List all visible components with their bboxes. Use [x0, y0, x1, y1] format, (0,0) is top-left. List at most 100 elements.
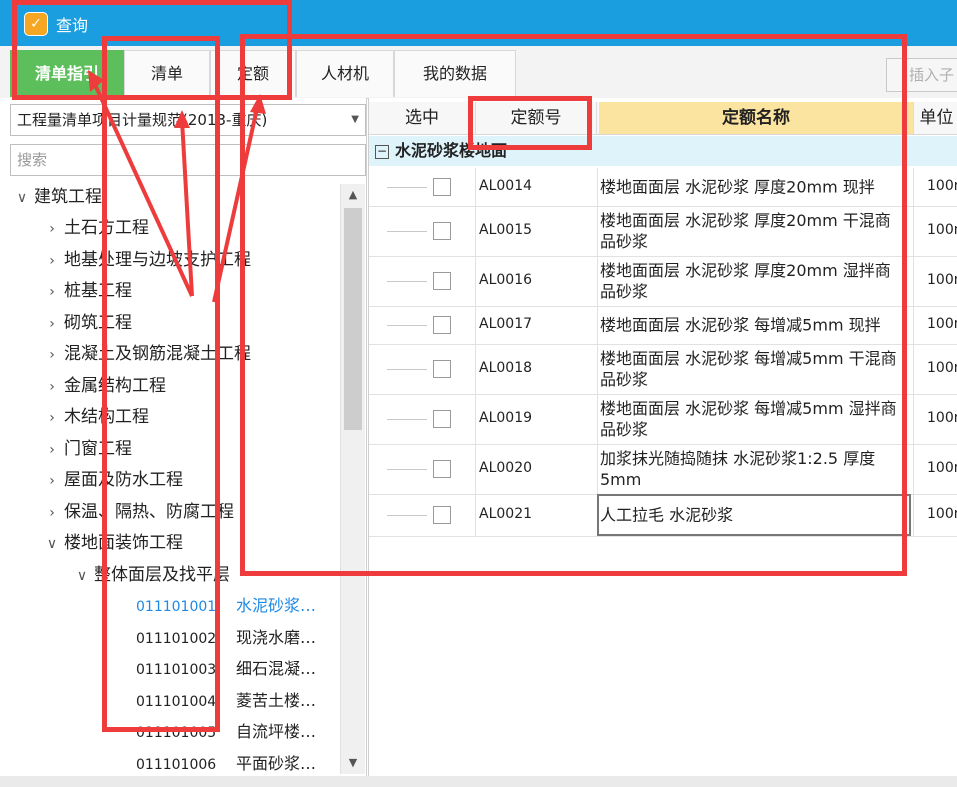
row-code: AL0014 — [479, 178, 533, 194]
scroll-up-icon[interactable]: ▲ — [341, 184, 365, 206]
tree-scrollbar[interactable]: ▲ ▼ — [340, 184, 365, 774]
row-name: 楼地面面层 水泥砂浆 厚度20mm 干混商品砂浆 — [600, 211, 891, 251]
tab-list-guide[interactable]: 清单指引 — [10, 50, 124, 97]
tab-bar: 清单指引 清单 定额 人材机 我的数据 插入子 — [0, 46, 957, 99]
spec-dropdown[interactable]: 工程量清单项目计量规范(2013-重庆) ▼ — [10, 104, 366, 136]
scroll-down-icon[interactable]: ▼ — [341, 752, 365, 774]
row-checkbox[interactable] — [433, 410, 451, 428]
window-title: 查询 — [56, 16, 89, 35]
row-code: AL0015 — [479, 222, 533, 238]
table-row[interactable]: AL0014 楼地面面层 水泥砂浆 厚度20mm 现拌 100m — [369, 168, 957, 207]
chevron-right-icon[interactable]: › — [40, 340, 64, 370]
tree-node[interactable]: › 混凝土及钢筋混凝土工程 — [40, 339, 251, 369]
row-unit: 100m — [927, 272, 957, 288]
chevron-down-icon[interactable]: ∨ — [70, 561, 94, 591]
row-code: AL0018 — [479, 360, 533, 376]
tab-quota[interactable]: 定额 — [210, 50, 296, 97]
row-unit: 100m — [927, 410, 957, 426]
tree-leaf-item[interactable]: 011101005 自流坪楼… — [136, 717, 316, 747]
tree-leaf-item[interactable]: 011101002 现浇水磨… — [136, 623, 316, 653]
col-code-header[interactable]: 定额号 — [476, 102, 597, 134]
tree-node[interactable]: › 地基处理与边坡支护工程 — [40, 245, 251, 275]
table-row[interactable]: AL0015 楼地面面层 水泥砂浆 厚度20mm 干混商品砂浆 100m — [369, 206, 957, 257]
table-row[interactable]: AL0020 加浆抹光随捣随抹 水泥砂浆1:2.5 厚度5mm 100m — [369, 444, 957, 495]
title-bar: ✓ 查询 — [0, 0, 957, 46]
chevron-right-icon[interactable]: › — [40, 435, 64, 465]
tree-leaf-item[interactable]: 011101004 菱苦土楼… — [136, 686, 316, 716]
spec-dropdown-value: 工程量清单项目计量规范(2013-重庆) — [17, 111, 268, 129]
col-name-header[interactable]: 定额名称 — [599, 102, 914, 134]
chevron-right-icon[interactable]: › — [40, 277, 64, 307]
category-tree: ∨ 建筑工程 › 土石方工程 › 地基处理与边坡支护工程 › 桩基工程 › 砌筑工程 › 混… — [10, 182, 338, 772]
search-box[interactable] — [10, 144, 366, 176]
tree-leaf-item[interactable]: 011101003 细石混凝… — [136, 654, 316, 684]
col-unit-header[interactable]: 单位 — [915, 102, 957, 134]
row-code: AL0017 — [479, 316, 533, 332]
tree-node[interactable]: › 门窗工程 — [40, 434, 132, 464]
tree-node-building[interactable]: ∨ 建筑工程 — [10, 182, 102, 212]
row-unit: 100m — [927, 460, 957, 476]
row-unit: 100m — [927, 222, 957, 238]
row-checkbox[interactable] — [433, 460, 451, 478]
tab-my-data[interactable]: 我的数据 — [394, 50, 516, 97]
col-select-header[interactable]: 选中 — [369, 102, 476, 134]
row-unit: 100m — [927, 506, 957, 522]
left-panel: 工程量清单项目计量规范(2013-重庆) ▼ ∨建筑工程 ›土石方工程 ›地基处… — [0, 98, 367, 787]
row-checkbox[interactable] — [433, 316, 451, 334]
chevron-right-icon[interactable]: › — [40, 214, 64, 244]
tree-leaf-item[interactable]: 011101006 平面砂浆… — [136, 749, 316, 772]
tree-node-integral-surface[interactable]: ∨ 整体面层及找平层 — [70, 560, 230, 590]
status-strip — [0, 776, 957, 787]
chevron-right-icon[interactable]: › — [40, 466, 64, 496]
table-row-selected[interactable]: AL0021 人工拉毛 水泥砂浆 100m — [369, 494, 957, 537]
table-row[interactable]: AL0016 楼地面面层 水泥砂浆 厚度20mm 湿拌商品砂浆 100m — [369, 256, 957, 307]
row-name: 楼地面面层 水泥砂浆 每增减5mm 干混商品砂浆 — [600, 349, 897, 389]
chevron-down-icon[interactable]: ∨ — [40, 529, 64, 559]
chevron-right-icon[interactable]: › — [40, 372, 64, 402]
chevron-down-icon: ▼ — [351, 114, 359, 125]
quota-grid: 选中 定额号 定额名称 单位 − 水泥砂浆楼地面 AL0014 楼地面面层 水泥砂… — [368, 98, 957, 776]
chevron-right-icon[interactable]: › — [40, 309, 64, 339]
tree-node[interactable]: › 木结构工程 — [40, 402, 149, 432]
tree-node[interactable]: › 金属结构工程 — [40, 371, 166, 401]
row-name: 楼地面面层 水泥砂浆 每增减5mm 现拌 — [600, 315, 881, 335]
row-name: 人工拉毛 水泥砂浆 — [600, 505, 734, 525]
tree-node-floor-decoration[interactable]: ∨ 楼地面装饰工程 — [40, 528, 183, 558]
insert-child-button[interactable]: 插入子 — [886, 58, 957, 92]
tree-node[interactable]: › 桩基工程 — [40, 276, 132, 306]
chevron-right-icon[interactable]: › — [40, 403, 64, 433]
row-code: AL0016 — [479, 272, 533, 288]
row-code: AL0021 — [479, 506, 533, 522]
tab-list[interactable]: 清单 — [124, 50, 210, 97]
row-unit: 100m — [927, 360, 957, 376]
tree-leaf-item[interactable]: 011101001 水泥砂浆… — [136, 591, 316, 621]
row-checkbox[interactable] — [433, 360, 451, 378]
search-input[interactable] — [11, 145, 359, 175]
row-name: 楼地面面层 水泥砂浆 厚度20mm 湿拌商品砂浆 — [600, 261, 891, 301]
row-code: AL0019 — [479, 410, 533, 426]
row-unit: 100m — [927, 178, 957, 194]
tree-node[interactable]: › 屋面及防水工程 — [40, 465, 183, 495]
tab-labor-material-machine[interactable]: 人材机 — [296, 50, 394, 97]
row-name: 楼地面面层 水泥砂浆 厚度20mm 现拌 — [600, 177, 875, 197]
tree-node[interactable]: › 保温、隔热、防腐工程 — [40, 497, 234, 527]
group-row[interactable]: − 水泥砂浆楼地面 — [369, 136, 957, 166]
row-name: 楼地面面层 水泥砂浆 每增减5mm 湿拌商品砂浆 — [600, 399, 897, 439]
chevron-right-icon[interactable]: › — [40, 246, 64, 276]
row-checkbox[interactable] — [433, 272, 451, 290]
row-checkbox[interactable] — [433, 178, 451, 196]
scroll-thumb[interactable] — [344, 208, 362, 430]
table-row[interactable]: AL0019 楼地面面层 水泥砂浆 每增减5mm 湿拌商品砂浆 100m — [369, 394, 957, 445]
tree-node[interactable]: › 砌筑工程 — [40, 308, 132, 338]
collapse-icon[interactable]: − — [375, 144, 389, 159]
grid-header: 选中 定额号 定额名称 单位 — [369, 102, 957, 135]
table-row[interactable]: AL0017 楼地面面层 水泥砂浆 每增减5mm 现拌 100m — [369, 306, 957, 345]
tree-node[interactable]: › 土石方工程 — [40, 213, 149, 243]
row-checkbox[interactable] — [433, 222, 451, 240]
row-code: AL0020 — [479, 460, 533, 476]
row-unit: 100m — [927, 316, 957, 332]
row-checkbox[interactable] — [433, 506, 451, 524]
table-row[interactable]: AL0018 楼地面面层 水泥砂浆 每增减5mm 干混商品砂浆 100m — [369, 344, 957, 395]
chevron-down-icon[interactable]: ∨ — [10, 183, 34, 213]
chevron-right-icon[interactable]: › — [40, 498, 64, 528]
